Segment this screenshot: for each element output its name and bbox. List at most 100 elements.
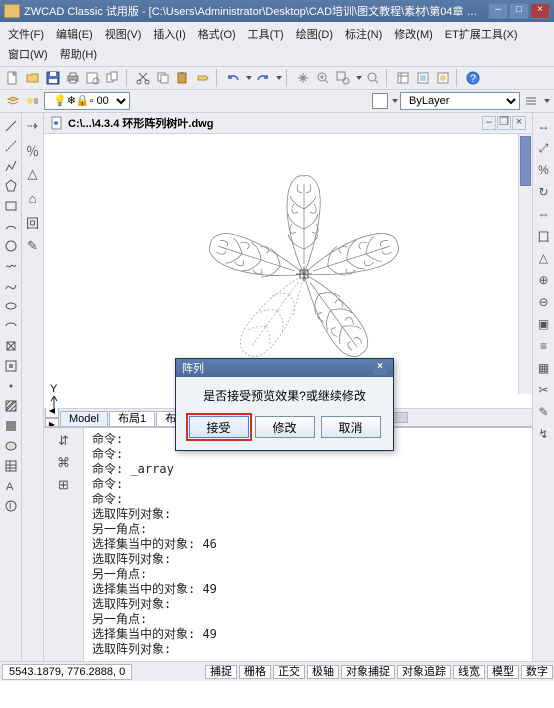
vertical-scrollbar[interactable] (518, 134, 532, 394)
command-log[interactable]: 命令: 命令: 命令: _array 命令: 命令: 选取阵列对象: 另一角点:… (84, 428, 532, 661)
undo-dropdown-icon[interactable] (246, 76, 252, 80)
spline-icon[interactable] (2, 277, 20, 295)
modify-tool-7[interactable]: ⊕ (535, 271, 553, 289)
redo-dropdown-icon[interactable] (276, 76, 282, 80)
dialog-close-icon[interactable]: × (373, 361, 387, 375)
menu-item[interactable]: 格式(O) (196, 24, 238, 44)
status-toggle[interactable]: 栅格 (239, 665, 271, 679)
modify-button[interactable]: 修改 (255, 416, 315, 438)
color-swatch[interactable] (372, 93, 388, 109)
print-icon[interactable] (64, 69, 82, 87)
earc-icon[interactable] (2, 317, 20, 335)
zoom-prev-icon[interactable] (364, 69, 382, 87)
modify-tool-14[interactable]: ↯ (535, 425, 553, 443)
doc-restore-icon[interactable]: ❐ (497, 116, 511, 130)
menu-item[interactable]: 编辑(E) (54, 24, 95, 44)
modify-tool-1[interactable]: ⤢ (535, 139, 553, 157)
pan-icon[interactable] (294, 69, 312, 87)
grad-icon[interactable] (2, 417, 20, 435)
status-toggle[interactable]: 捕捉 (205, 665, 237, 679)
layer-select[interactable]: 💡❄🔒▫ 00 (44, 92, 130, 110)
copy-icon[interactable] (154, 69, 172, 87)
preview-icon[interactable] (84, 69, 102, 87)
tool-palette-icon[interactable] (434, 69, 452, 87)
layer-state-icon[interactable] (24, 92, 42, 110)
properties-icon[interactable] (394, 69, 412, 87)
mid-tool-2[interactable]: △ (24, 165, 42, 183)
layer-props-icon[interactable] (4, 92, 22, 110)
menu-item[interactable]: 工具(T) (246, 24, 286, 44)
point-icon[interactable] (2, 377, 20, 395)
linetype-select[interactable]: ByLayer (400, 92, 520, 110)
help-icon[interactable]: ? (464, 69, 482, 87)
cancel-button[interactable]: 取消 (321, 416, 381, 438)
modify-tool-8[interactable]: ⊖ (535, 293, 553, 311)
mid-tool-3[interactable]: ⌂ (24, 189, 42, 207)
zoom-dropdown-icon[interactable] (356, 76, 362, 80)
line-icon[interactable] (2, 117, 20, 135)
cmd-tool-1[interactable]: ⌘ (55, 454, 73, 472)
menu-item[interactable]: 修改(M) (392, 24, 435, 44)
lineweight-dropdown-icon[interactable] (544, 99, 550, 103)
sheet-tab[interactable]: Model (60, 411, 108, 427)
color-dropdown-icon[interactable] (392, 99, 398, 103)
menu-item[interactable]: 帮助(H) (58, 44, 99, 64)
mid-tool-1[interactable]: ％ (24, 141, 42, 159)
menu-item[interactable]: 窗口(W) (6, 44, 50, 64)
publish-icon[interactable] (104, 69, 122, 87)
modify-tool-12[interactable]: ✂ (535, 381, 553, 399)
modify-tool-4[interactable]: ⇔ (535, 205, 553, 223)
menu-item[interactable]: 视图(V) (103, 24, 144, 44)
cmd-tool-2[interactable]: ⊞ (55, 476, 73, 494)
new-file-icon[interactable] (4, 69, 22, 87)
undo-icon[interactable] (224, 69, 242, 87)
menu-item[interactable]: ET扩展工具(X) (443, 24, 520, 44)
design-center-icon[interactable] (414, 69, 432, 87)
polygon-icon[interactable] (2, 177, 20, 195)
pline-icon[interactable] (2, 157, 20, 175)
doc-close-icon[interactable]: × (512, 116, 526, 130)
mid-tool-0[interactable]: ⇢ (24, 117, 42, 135)
cut-icon[interactable] (134, 69, 152, 87)
paste-icon[interactable] (174, 69, 192, 87)
document-tab-name[interactable]: C:\...\4.3.4 环形阵列树叶.dwg (68, 115, 213, 131)
open-file-icon[interactable] (24, 69, 42, 87)
lineweight-icon[interactable] (522, 92, 540, 110)
close-button[interactable]: × (530, 3, 550, 19)
maximize-button[interactable]: □ (509, 3, 529, 19)
ins-icon[interactable] (2, 337, 20, 355)
mid-tool-5[interactable]: ✎ (24, 237, 42, 255)
status-toggle[interactable]: 对象捕捉 (341, 665, 395, 679)
modify-tool-11[interactable]: ▦ (535, 359, 553, 377)
modify-tool-3[interactable]: ↻ (535, 183, 553, 201)
rev-icon[interactable] (2, 257, 20, 275)
modify-tool-9[interactable]: ▣ (535, 315, 553, 333)
mtext-icon[interactable]: A (2, 477, 20, 495)
match-icon[interactable] (194, 69, 212, 87)
cline-icon[interactable] (2, 137, 20, 155)
status-toggle[interactable]: 对象追踪 (397, 665, 451, 679)
rect-icon[interactable] (2, 197, 20, 215)
status-toggle[interactable]: 模型 (487, 665, 519, 679)
region-icon[interactable] (2, 437, 20, 455)
cmd-tool-0[interactable]: ⇵ (55, 432, 73, 450)
zoom-realtime-icon[interactable] (314, 69, 332, 87)
menu-item[interactable]: 绘图(D) (294, 24, 335, 44)
extra-icon[interactable]: i (2, 497, 20, 515)
dialog-titlebar[interactable]: 阵列 × (176, 359, 393, 377)
status-toggle[interactable]: 极轴 (307, 665, 339, 679)
redo-icon[interactable] (254, 69, 272, 87)
modify-tool-10[interactable]: ≡ (535, 337, 553, 355)
menu-item[interactable]: 文件(F) (6, 24, 46, 44)
modify-tool-13[interactable]: ✎ (535, 403, 553, 421)
status-toggle[interactable]: 数字 (521, 665, 553, 679)
modify-tool-6[interactable]: △ (535, 249, 553, 267)
ellipse-icon[interactable] (2, 297, 20, 315)
arc-icon[interactable] (2, 217, 20, 235)
minimize-button[interactable]: – (488, 3, 508, 19)
modify-tool-2[interactable]: % (535, 161, 553, 179)
accept-button[interactable]: 接受 (189, 416, 249, 438)
circle-icon[interactable] (2, 237, 20, 255)
doc-minimize-icon[interactable]: – (482, 116, 496, 130)
save-icon[interactable] (44, 69, 62, 87)
